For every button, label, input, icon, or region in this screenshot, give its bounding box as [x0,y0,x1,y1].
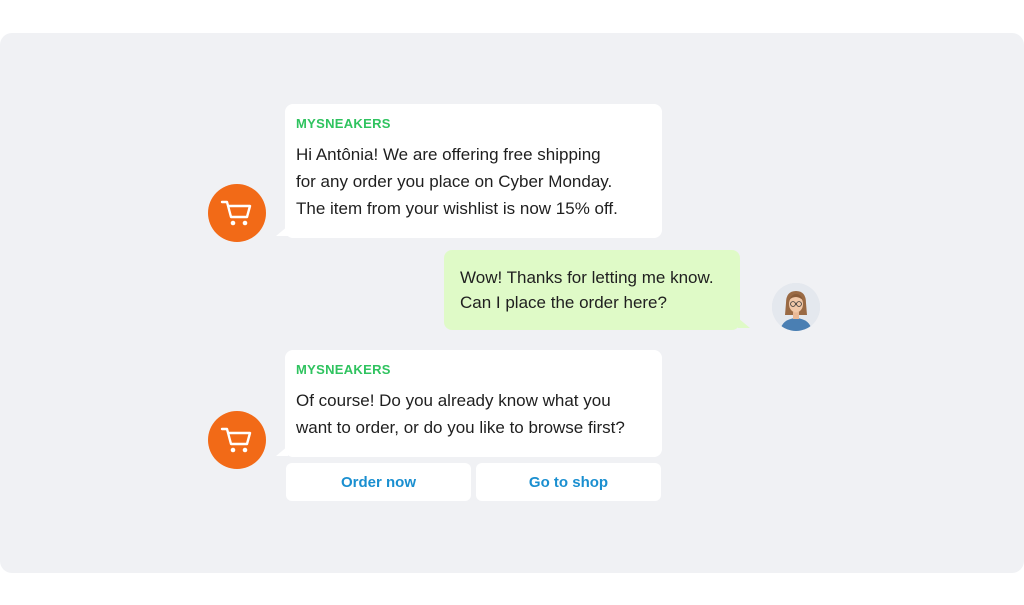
user-photo [772,283,820,331]
message-text: Hi Antônia! We are offering free shippin… [296,145,618,218]
user-avatar [772,283,820,331]
shopping-cart-icon [220,427,252,453]
sender-name: MYSNEAKERS [296,362,391,377]
shopping-cart-icon [220,200,252,226]
message-text: Of course! Do you already know what you … [296,391,625,437]
sender-name: MYSNEAKERS [296,116,391,131]
bot-avatar [208,411,266,469]
user-message-bubble: Wow! Thanks for letting me know. Can I p… [444,250,740,330]
bot-avatar [208,184,266,242]
bot-message-bubble: MYSNEAKERS Of course! Do you already kno… [285,350,662,457]
message-text: Wow! Thanks for letting me know. Can I p… [460,268,714,312]
bubble-tail [738,318,750,328]
go-to-shop-button[interactable]: Go to shop [476,463,661,501]
order-now-button[interactable]: Order now [286,463,471,501]
bot-message-bubble: MYSNEAKERS Hi Antônia! We are offering f… [285,104,662,238]
